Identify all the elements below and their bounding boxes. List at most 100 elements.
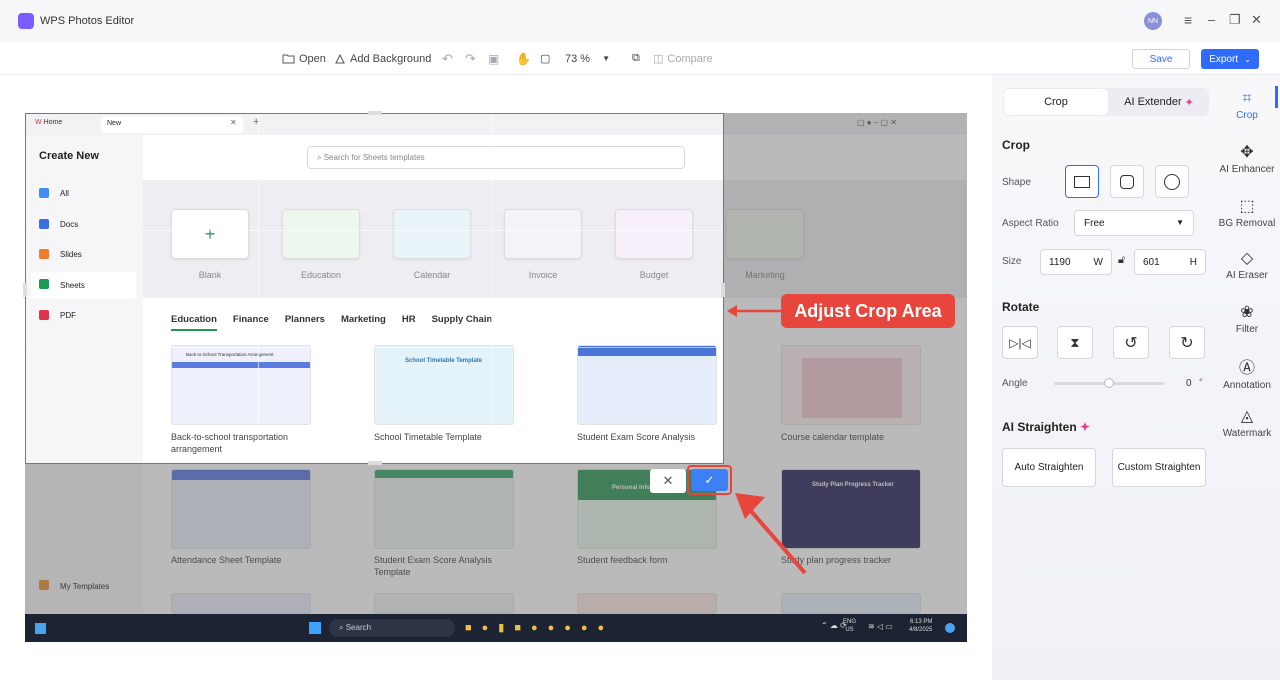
ai-straighten-label: AI Straighten bbox=[1002, 420, 1077, 434]
crop-handle-top[interactable] bbox=[368, 111, 382, 115]
enhancer-icon: ✥ bbox=[1240, 144, 1254, 161]
image-icon[interactable]: ▣ bbox=[488, 42, 499, 75]
flip-horizontal-button[interactable]: ▷|◁ bbox=[1002, 326, 1038, 359]
rail-bg-removal[interactable]: ⬚ BG Removal bbox=[1215, 196, 1279, 229]
tab-crop[interactable]: Crop bbox=[1004, 89, 1108, 115]
shape-rectangle-button[interactable] bbox=[1065, 165, 1099, 198]
aspect-ratio-value: Free bbox=[1084, 218, 1105, 229]
tab-ai-extender[interactable]: AI Extender ✦ bbox=[1109, 89, 1209, 115]
folder-icon bbox=[282, 54, 295, 64]
rail-annotation[interactable]: Ⓐ Annotation bbox=[1215, 354, 1279, 391]
aspect-ratio-label: Aspect Ratio bbox=[1002, 218, 1059, 229]
lock-icon[interactable]: 🔓︎ bbox=[1118, 254, 1125, 267]
compare-label: Compare bbox=[667, 52, 713, 65]
chevron-down-icon: ▼ bbox=[1176, 218, 1184, 227]
start-icon bbox=[309, 622, 321, 634]
export-label: Export bbox=[1209, 53, 1239, 65]
height-unit: H bbox=[1189, 257, 1197, 268]
shape-rounded-button[interactable] bbox=[1110, 165, 1144, 198]
width-value: 1190 bbox=[1049, 257, 1071, 268]
aspect-ratio-select[interactable]: Free ▼ bbox=[1074, 210, 1194, 236]
crop-rectangle[interactable] bbox=[25, 113, 724, 464]
rail-filter-label: Filter bbox=[1235, 324, 1259, 335]
custom-straighten-button[interactable]: Custom Straighten bbox=[1112, 448, 1206, 487]
network-icon: ≋ ◁ ▭ bbox=[868, 622, 893, 631]
flip-vertical-icon: ⧗ bbox=[1070, 334, 1080, 350]
undo-icon[interactable]: ↶ bbox=[442, 42, 453, 75]
close-button[interactable]: ✕ bbox=[1251, 12, 1262, 28]
annotation-icon: Ⓐ bbox=[1238, 360, 1255, 377]
rail-ai-eraser-label: AI Eraser bbox=[1226, 270, 1268, 281]
background-icon bbox=[335, 53, 345, 63]
add-background-button[interactable]: Add Background bbox=[334, 42, 431, 75]
shape-circle-button[interactable] bbox=[1155, 165, 1189, 198]
hand-icon[interactable]: ✋ bbox=[516, 42, 531, 75]
rail-ai-enhancer[interactable]: ✥ AI Enhancer bbox=[1215, 142, 1279, 175]
cancel-crop-button[interactable]: ✕ bbox=[650, 469, 686, 493]
avatar[interactable]: NN bbox=[1144, 12, 1162, 30]
rounded-rectangle-icon bbox=[1120, 174, 1134, 189]
flip-vertical-button[interactable]: ⧗ bbox=[1057, 326, 1093, 359]
compare-icon: ◫ bbox=[653, 53, 664, 65]
menu-icon[interactable]: ≡ bbox=[1184, 12, 1192, 28]
width-input[interactable]: 1190 W bbox=[1040, 249, 1112, 275]
tab-ai-extender-label: AI Extender bbox=[1124, 96, 1182, 108]
notification-icon bbox=[945, 623, 955, 633]
size-label: Size bbox=[1002, 256, 1022, 267]
rotate-left-icon: ↺ bbox=[1124, 334, 1138, 352]
save-button[interactable]: Save bbox=[1132, 49, 1190, 69]
fit-icon[interactable]: ▢ bbox=[540, 42, 550, 75]
chevron-down-icon: ▼ bbox=[602, 54, 610, 63]
zoom-value: 73 % bbox=[565, 52, 591, 65]
rail-ai-enhancer-label: AI Enhancer bbox=[1219, 164, 1275, 175]
rotate-left-button[interactable]: ↺ bbox=[1113, 326, 1149, 359]
bg-removal-icon: ⬚ bbox=[1239, 198, 1255, 215]
shape-label: Shape bbox=[1002, 177, 1031, 188]
filter-icon: ❀ bbox=[1240, 304, 1254, 321]
angle-slider-thumb[interactable] bbox=[1104, 378, 1114, 388]
chevron-down-icon: ⌄ bbox=[1244, 54, 1251, 64]
rail-ai-eraser[interactable]: ◇ AI Eraser bbox=[1215, 248, 1279, 281]
crop-handle-left[interactable] bbox=[23, 283, 27, 297]
eraser-icon: ◇ bbox=[1240, 250, 1254, 267]
rail-watermark[interactable]: ◬ Watermark bbox=[1215, 406, 1279, 439]
angle-label: Angle bbox=[1002, 378, 1028, 389]
crop-handle-right[interactable] bbox=[721, 283, 725, 297]
angle-unit: ° bbox=[1199, 377, 1203, 387]
restore-button[interactable]: ❐ bbox=[1229, 12, 1241, 28]
redo-icon[interactable]: ↷ bbox=[465, 42, 476, 75]
minimize-button[interactable]: – bbox=[1208, 12, 1215, 27]
taskbar-search: ⌕ Search bbox=[329, 619, 455, 637]
crop-handle-bottom[interactable] bbox=[368, 461, 382, 465]
rail-bg-removal-label: BG Removal bbox=[1218, 218, 1276, 229]
callout-arrow bbox=[727, 305, 783, 317]
ai-straighten-title: AI Straighten ✦ bbox=[1002, 420, 1090, 434]
rotate-section-title: Rotate bbox=[1002, 300, 1040, 314]
zoom-select[interactable]: 73 % ▼ bbox=[565, 42, 610, 75]
width-unit: W bbox=[1093, 257, 1103, 268]
pointer-arrow bbox=[735, 493, 807, 575]
rail-crop[interactable]: ⌗ Crop bbox=[1215, 90, 1279, 121]
copy-icon[interactable]: ⧉ bbox=[632, 42, 640, 75]
panel-tabs: Crop AI Extender ✦ bbox=[1003, 88, 1209, 116]
language-indicator: ENG US bbox=[843, 618, 856, 634]
rotate-right-button[interactable]: ↻ bbox=[1169, 326, 1205, 359]
confirm-crop-button[interactable]: ✓ bbox=[691, 469, 728, 491]
open-label: Open bbox=[299, 52, 326, 65]
rail-filter[interactable]: ❀ Filter bbox=[1215, 302, 1279, 335]
app-title: WPS Photos Editor bbox=[40, 15, 135, 27]
rail-crop-label: Crop bbox=[1236, 110, 1258, 121]
rail-watermark-label: Watermark bbox=[1222, 428, 1272, 439]
callout-label: Adjust Crop Area bbox=[781, 294, 955, 328]
compare-button[interactable]: ◫ Compare bbox=[653, 42, 713, 75]
search-icon: ⌕ bbox=[339, 623, 344, 632]
export-button[interactable]: Export ⌄ bbox=[1201, 49, 1259, 69]
sparkle-icon: ✦ bbox=[1080, 420, 1091, 434]
height-input[interactable]: 601 H bbox=[1134, 249, 1206, 275]
crop-section-title: Crop bbox=[1002, 138, 1030, 152]
open-button[interactable]: Open bbox=[282, 42, 326, 75]
widgets-icon bbox=[35, 623, 46, 634]
date: 4/8/2025 bbox=[909, 627, 933, 633]
toolbar-right: Save Export ⌄ bbox=[992, 42, 1280, 75]
auto-straighten-button[interactable]: Auto Straighten bbox=[1002, 448, 1096, 487]
